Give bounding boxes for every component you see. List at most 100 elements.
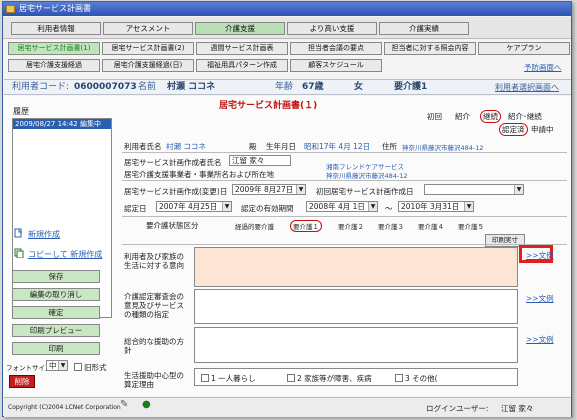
- care-level: 要介護1: [394, 82, 428, 92]
- tab-inquiry[interactable]: 担当者に対する照会内容: [384, 42, 476, 55]
- care-option-1[interactable]: 要介護１: [290, 220, 322, 232]
- committee-example-link[interactable]: >>文例: [526, 293, 554, 304]
- old-format-checkbox[interactable]: 旧形式: [74, 362, 107, 373]
- title-bar: 居宅サービス計画書: [3, 2, 571, 16]
- nav-care-record[interactable]: 介護実績: [379, 22, 469, 35]
- status-first[interactable]: 初回: [427, 111, 442, 122]
- care-option-3[interactable]: 要介護３: [378, 221, 404, 231]
- life-option-family-label: 2 家族等が障害、疾病: [297, 374, 372, 383]
- chevron-down-icon: ▼: [222, 202, 231, 211]
- status-continuation[interactable]: 継続: [480, 110, 501, 123]
- life-option-alone[interactable]: 1 一人暮らし: [201, 373, 256, 384]
- care-category-label: 要介護状態区分: [146, 221, 199, 230]
- old-format-label: 旧形式: [84, 363, 107, 372]
- select-user-link[interactable]: 利用者選択画面へ: [495, 80, 559, 95]
- font-size-value: 中: [49, 361, 57, 370]
- life-option-other[interactable]: 3 その他(: [395, 373, 438, 384]
- divider: [122, 216, 567, 217]
- policy-label: 総合的な援助の方針: [124, 337, 184, 355]
- user-name-label: 利用者氏名: [124, 142, 162, 151]
- cancel-edit-button[interactable]: 編集の取り消し: [12, 288, 100, 301]
- committee-label: 介護認定審査会の意見及びサービスの種類の指定: [124, 292, 184, 319]
- created-date-value: 2009年 8月27日: [235, 185, 294, 194]
- pen-icon: ✎: [120, 399, 129, 410]
- delete-button[interactable]: 削除: [9, 375, 35, 388]
- confirm-button[interactable]: 確定: [12, 306, 100, 319]
- office-label: 居宅介護支援事業者・事業所名および所在地: [124, 170, 274, 179]
- age-label: 年齢: [275, 82, 294, 92]
- valid-from-select[interactable]: 2008年 4月 1日 ▼: [306, 201, 378, 212]
- valid-period-label: 認定の有効期間: [241, 204, 294, 213]
- life-reason-box: 1 一人暮らし 2 家族等が障害、疾病 3 その他(: [194, 368, 518, 386]
- tab-welfare-pattern[interactable]: 福祉用具パターン作成: [196, 59, 288, 72]
- chevron-down-icon: ▼: [368, 202, 377, 211]
- created-date-label: 居宅サービス計画作成(変更)日: [124, 187, 228, 196]
- tab-meeting-points[interactable]: 担当者会議の要点: [290, 42, 382, 55]
- status-certified[interactable]: 認定済: [499, 123, 528, 136]
- checkbox-icon: [201, 374, 209, 382]
- new-doc-icon: [14, 228, 22, 238]
- intent-textarea[interactable]: [194, 247, 518, 287]
- font-size-select[interactable]: 中 ▼: [46, 360, 68, 371]
- tab-plan-2[interactable]: 居宅サービス計画書(2): [102, 42, 194, 55]
- history-item[interactable]: 2009/08/27 14:42 編集中: [13, 119, 111, 129]
- checkbox-icon: [395, 374, 403, 382]
- life-option-alone-label: 1 一人暮らし: [211, 374, 256, 383]
- user-code-label: 利用者コード:: [12, 82, 70, 92]
- divider: [122, 152, 567, 153]
- nav-user-info[interactable]: 利用者情報: [11, 22, 101, 35]
- status-applying[interactable]: 申請中: [531, 124, 554, 135]
- birthday-label: 生年月日: [266, 142, 296, 151]
- intent-example-link[interactable]: >>文例: [526, 250, 554, 261]
- checkbox-icon: [287, 374, 295, 382]
- page-title: 居宅サービス計画書(１): [219, 101, 318, 111]
- birthday-value: 昭和17年 4月 12日: [304, 142, 371, 151]
- nav-assessment[interactable]: アセスメント: [103, 22, 193, 35]
- tab-care-plan[interactable]: ケアプラン: [478, 42, 570, 55]
- print-button[interactable]: 印刷: [12, 342, 100, 355]
- cert-date-label: 認定日: [124, 204, 147, 213]
- divider: [122, 180, 567, 181]
- font-size-label: フォントサイズ: [6, 364, 52, 372]
- chevron-down-icon: ▼: [514, 185, 523, 194]
- valid-to-select[interactable]: 2010年 3月31日 ▼: [398, 201, 474, 212]
- status-referral-continuation[interactable]: 紹介･継続: [508, 111, 542, 122]
- nav-care-support[interactable]: 介護支援: [195, 22, 285, 35]
- user-code: 0600007073: [74, 82, 137, 92]
- user-name: 村瀬 ココネ: [167, 82, 216, 92]
- preview-link[interactable]: 予防画面へ: [524, 62, 562, 73]
- tab-weekly-plan[interactable]: 週間サービス計画表: [196, 42, 288, 55]
- copy-new-link[interactable]: コピーして 新規作成: [28, 249, 102, 260]
- policy-textarea[interactable]: [194, 327, 518, 363]
- user-name-value: 村瀬 ココネ: [166, 142, 206, 151]
- first-date-label: 初回居宅サービス計画作成日: [316, 187, 414, 196]
- window-title: 居宅サービス計画書: [19, 4, 91, 13]
- chevron-down-icon: ▼: [58, 361, 67, 370]
- creator-input[interactable]: 江留 家々: [229, 155, 291, 166]
- care-option-5[interactable]: 要介護５: [458, 221, 484, 231]
- save-button[interactable]: 保存: [12, 270, 100, 283]
- intent-label: 利用者及び家族の生活に対する意向: [124, 252, 184, 270]
- status-referral[interactable]: 紹介: [455, 111, 470, 122]
- new-create-link[interactable]: 新規作成: [28, 229, 60, 240]
- office-address: 神奈川県藤沢市藤沢484-12: [326, 172, 408, 180]
- care-option-2[interactable]: 要介護２: [338, 221, 364, 231]
- policy-example-link[interactable]: >>文例: [526, 334, 554, 345]
- care-option-transitional[interactable]: 経過的要介護: [235, 221, 274, 231]
- tab-plan-1[interactable]: 居宅サービス計画書(1): [8, 42, 100, 55]
- life-option-family[interactable]: 2 家族等が障害、疾病: [287, 373, 372, 384]
- created-date-select[interactable]: 2009年 8月27日 ▼: [232, 184, 306, 195]
- cert-date-select[interactable]: 2007年 4月25日 ▼: [156, 201, 232, 212]
- valid-to-value: 2010年 3月31日: [401, 202, 460, 211]
- committee-textarea[interactable]: [194, 289, 518, 324]
- cert-date-value: 2007年 4月25日: [159, 202, 218, 211]
- print-preview-button[interactable]: 印刷プレビュー: [12, 324, 100, 337]
- tab-support-progress-day[interactable]: 居宅介護支援経過(日): [102, 59, 194, 72]
- tab-support-progress[interactable]: 居宅介護支援経過: [8, 59, 100, 72]
- chevron-down-icon: ▼: [464, 202, 473, 211]
- tab-customer-schedule[interactable]: 顧客スケジュール: [290, 59, 382, 72]
- nav-higher-support[interactable]: より高い支援: [287, 22, 377, 35]
- care-option-4[interactable]: 要介護４: [418, 221, 444, 231]
- checkbox-icon: [74, 363, 82, 371]
- first-date-select[interactable]: ▼: [424, 184, 524, 195]
